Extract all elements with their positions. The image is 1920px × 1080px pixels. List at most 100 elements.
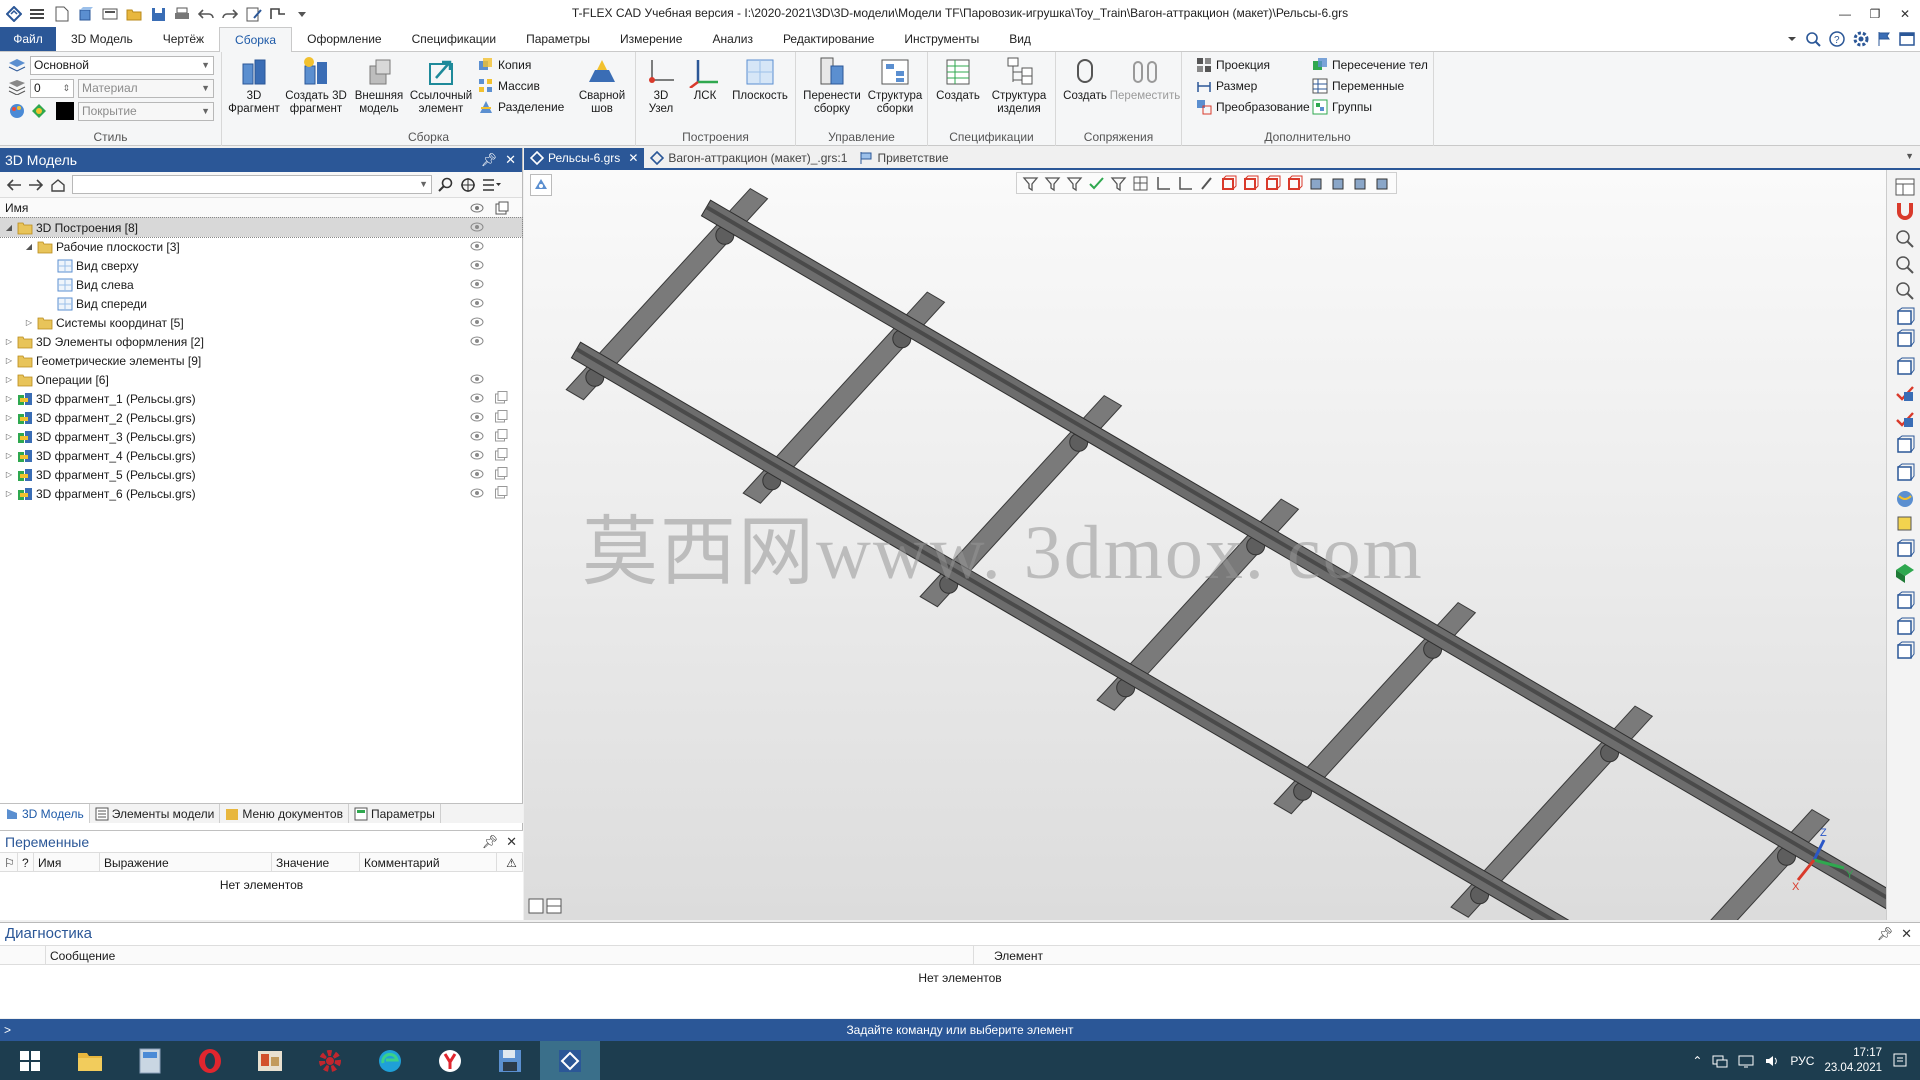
box-compare-icon[interactable] — [1374, 175, 1391, 192]
material-select[interactable]: Материал ▼ — [78, 79, 214, 98]
green-box-icon[interactable] — [1894, 562, 1916, 584]
3d-node-button[interactable]: 3D Узел — [640, 56, 682, 116]
redo-icon[interactable] — [220, 4, 240, 24]
visibility-eye-icon[interactable] — [470, 373, 484, 385]
box-shaded-icon[interactable] — [1308, 175, 1325, 192]
render-icon[interactable] — [1894, 590, 1916, 612]
move-mate-button[interactable]: Переместить — [1110, 56, 1180, 103]
fragment-state-icon[interactable] — [495, 467, 508, 480]
color-swatch[interactable] — [56, 102, 74, 120]
minimize-button[interactable]: — — [1830, 0, 1860, 28]
tabs-dropdown-icon[interactable]: ▼ — [1905, 151, 1914, 161]
tab-model-elements[interactable]: Элементы модели — [90, 804, 221, 823]
layer-select[interactable]: Основной ▼ — [30, 56, 214, 75]
tab-editing[interactable]: Редактирование — [768, 27, 889, 51]
filter-icon[interactable] — [1022, 175, 1039, 192]
export-icon[interactable] — [1894, 616, 1916, 638]
forward-arrow-icon[interactable] — [28, 178, 44, 192]
warning-column-icon[interactable]: ⚠ — [497, 853, 523, 871]
display-icon[interactable] — [1738, 1054, 1754, 1068]
customize-qa-icon[interactable] — [292, 4, 312, 24]
flag-icon[interactable] — [1876, 30, 1892, 48]
app-logo-icon[interactable] — [4, 4, 24, 24]
array-button[interactable]: Массив — [478, 77, 540, 95]
macro-icon[interactable] — [268, 4, 288, 24]
expand-arrow-icon[interactable]: ▷ — [4, 413, 14, 422]
calculator-taskbar-button[interactable] — [120, 1041, 180, 1080]
tree-node[interactable]: ▷ Геометрические элементы [9] — [0, 351, 522, 370]
tray-chevron-icon[interactable]: ⌃ — [1692, 1054, 1702, 1068]
groups-button[interactable]: Группы — [1312, 98, 1372, 116]
comment-column[interactable]: Комментарий — [360, 853, 497, 871]
visibility-eye-icon[interactable] — [470, 297, 484, 309]
fragment-state-icon[interactable] — [495, 448, 508, 461]
network-icon[interactable] — [1712, 1054, 1728, 1068]
notifications-icon[interactable] — [1892, 1052, 1908, 1070]
close-tab-icon[interactable]: ✕ — [628, 151, 638, 165]
fragment-state-icon[interactable] — [495, 429, 508, 442]
transform-button[interactable]: Преобразование — [1196, 98, 1310, 116]
external-model-button[interactable]: Внешняя модель — [350, 56, 408, 116]
visibility-column-icon[interactable] — [470, 202, 484, 214]
start-button[interactable] — [0, 1041, 60, 1080]
visibility-eye-icon[interactable] — [470, 468, 484, 480]
create-3d-fragment-button[interactable]: Создать 3D фрагмент — [284, 56, 348, 116]
tree-node[interactable]: ▷ 3D фрагмент_1 (Рельсы.grs) — [0, 389, 522, 408]
doc-tab-welcome[interactable]: Приветствие — [853, 148, 954, 168]
new-document-icon[interactable] — [52, 4, 72, 24]
sphere-icon[interactable] — [1894, 488, 1916, 510]
tree-node[interactable]: ◢ Рабочие плоскости [3] — [0, 237, 522, 256]
select-check-icon[interactable] — [1088, 175, 1105, 192]
expression-column[interactable]: Выражение — [100, 853, 272, 871]
variables-button[interactable]: Переменные — [1312, 77, 1404, 95]
visibility-eye-icon[interactable] — [470, 392, 484, 404]
tab-parameters-panel[interactable]: Параметры — [349, 804, 441, 823]
tab-3d-model[interactable]: 3D Модель — [56, 27, 148, 51]
name-column[interactable]: Имя — [34, 853, 100, 871]
tflex-taskbar-button[interactable] — [540, 1041, 600, 1080]
create-mate-button[interactable]: Создать — [1060, 56, 1110, 103]
fragment-state-icon[interactable] — [495, 486, 508, 499]
rotate-icon[interactable] — [1894, 434, 1916, 456]
file-explorer-taskbar-button[interactable] — [60, 1041, 120, 1080]
box-view-icon[interactable] — [1352, 175, 1369, 192]
visibility-eye-icon[interactable] — [470, 411, 484, 423]
expand-arrow-icon[interactable]: ▷ — [4, 489, 14, 498]
tree-search-input[interactable]: ▼ — [72, 175, 432, 194]
shape-icon[interactable] — [1330, 175, 1347, 192]
plane-button[interactable]: Плоскость — [728, 56, 792, 103]
restore-button[interactable]: ❐ — [1860, 0, 1890, 28]
visibility-eye-icon[interactable] — [470, 430, 484, 442]
tree-node[interactable]: ▷ 3D фрагмент_5 (Рельсы.grs) — [0, 465, 522, 484]
tab-documents-menu[interactable]: Меню документов — [220, 804, 349, 823]
presentation-taskbar-button[interactable] — [240, 1041, 300, 1080]
close-icon[interactable]: ✕ — [505, 148, 516, 172]
split-view-icon[interactable] — [546, 898, 562, 914]
name-column-header[interactable]: Имя — [5, 201, 28, 215]
3d-fragment-button[interactable]: 3D Фрагмент — [226, 56, 282, 116]
tab-tools[interactable]: Инструменты — [889, 27, 994, 51]
split-button[interactable]: Разделение — [478, 98, 564, 116]
measure-icon[interactable] — [1894, 356, 1916, 378]
element-column[interactable]: Элемент — [974, 946, 1043, 964]
tab-3d-model-panel[interactable]: 3D Модель — [0, 804, 90, 823]
clock[interactable]: 17:17 23.04.2021 — [1824, 1046, 1882, 1076]
expand-arrow-icon[interactable]: ▷ — [4, 375, 14, 384]
visibility-eye-icon[interactable] — [470, 449, 484, 461]
assembly-structure-button[interactable]: Структура сборки — [864, 56, 926, 116]
pin-icon[interactable]: 📌︎ — [482, 831, 499, 853]
expand-arrow-icon[interactable]: ▷ — [24, 318, 34, 327]
back-arrow-icon[interactable] — [6, 178, 22, 192]
yandex-taskbar-button[interactable] — [420, 1041, 480, 1080]
undo-icon[interactable] — [196, 4, 216, 24]
window-layout-icon[interactable] — [1898, 30, 1916, 48]
tree-node[interactable]: ▷ Системы координат [5] — [0, 313, 522, 332]
tab-drawing[interactable]: Чертёж — [148, 27, 219, 51]
lcs-button[interactable]: ЛСК — [684, 56, 726, 103]
box-red-cut-icon[interactable] — [1286, 175, 1303, 192]
tree-node[interactable]: Вид слева — [0, 275, 522, 294]
size-button[interactable]: Размер — [1196, 77, 1257, 95]
box-red-small-icon[interactable] — [1264, 175, 1281, 192]
value-column[interactable]: Значение — [272, 853, 360, 871]
pin-icon[interactable]: 📌︎ — [481, 148, 498, 172]
